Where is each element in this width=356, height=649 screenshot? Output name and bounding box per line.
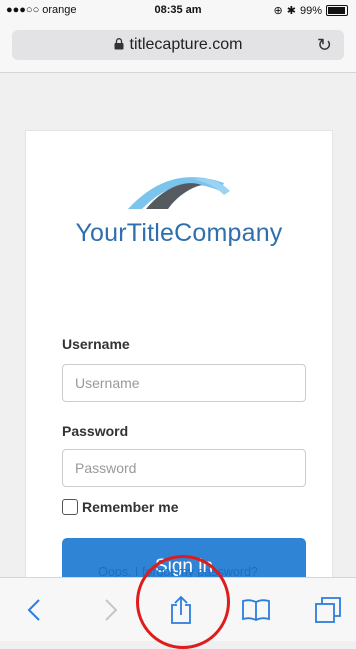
login-card: YourTitleCompany Username Password Remem…	[25, 130, 333, 577]
battery-percent: 99%	[299, 4, 322, 17]
share-icon[interactable]	[161, 590, 201, 630]
remember-label: Remember me	[82, 499, 179, 515]
browser-toolbar	[0, 577, 356, 641]
forward-icon[interactable]	[91, 590, 131, 630]
browser-chrome: titlecapture.com ↻	[0, 20, 356, 73]
reload-icon[interactable]: ↻	[317, 35, 332, 56]
logo-text-your: Your	[75, 219, 127, 247]
tabs-icon[interactable]	[308, 590, 348, 630]
logo-swoosh-icon	[128, 177, 230, 209]
address-bar[interactable]: titlecapture.com ↻	[12, 30, 344, 60]
page-content: YourTitleCompany Username Password Remem…	[0, 73, 356, 577]
bookmarks-icon[interactable]	[236, 590, 276, 630]
back-icon[interactable]	[14, 590, 54, 630]
password-label: Password	[62, 423, 129, 439]
url-text: titlecapture.com	[129, 36, 243, 53]
password-input[interactable]	[62, 449, 306, 487]
logo-text-company: Company	[174, 219, 283, 247]
username-input[interactable]	[62, 364, 306, 402]
battery-icon	[326, 5, 348, 16]
status-bar: ●●●○○ orange 08:35 am ⊕ ✱ 99%	[0, 0, 356, 20]
remember-me[interactable]: Remember me	[62, 499, 179, 515]
username-label: Username	[62, 336, 130, 352]
lock-icon	[114, 37, 124, 55]
logo-text-title: Title	[126, 219, 175, 247]
remember-checkbox[interactable]	[62, 499, 78, 515]
alarm-icon: ⊕	[273, 5, 283, 17]
status-right: ⊕ ✱ 99%	[274, 4, 348, 17]
logo-text: YourTitleCompany	[26, 219, 332, 248]
company-logo: YourTitleCompany	[26, 161, 332, 261]
forgot-password-link[interactable]: Oops, I forgot my password?	[0, 565, 356, 577]
bluetooth-icon: ✱	[286, 5, 296, 17]
